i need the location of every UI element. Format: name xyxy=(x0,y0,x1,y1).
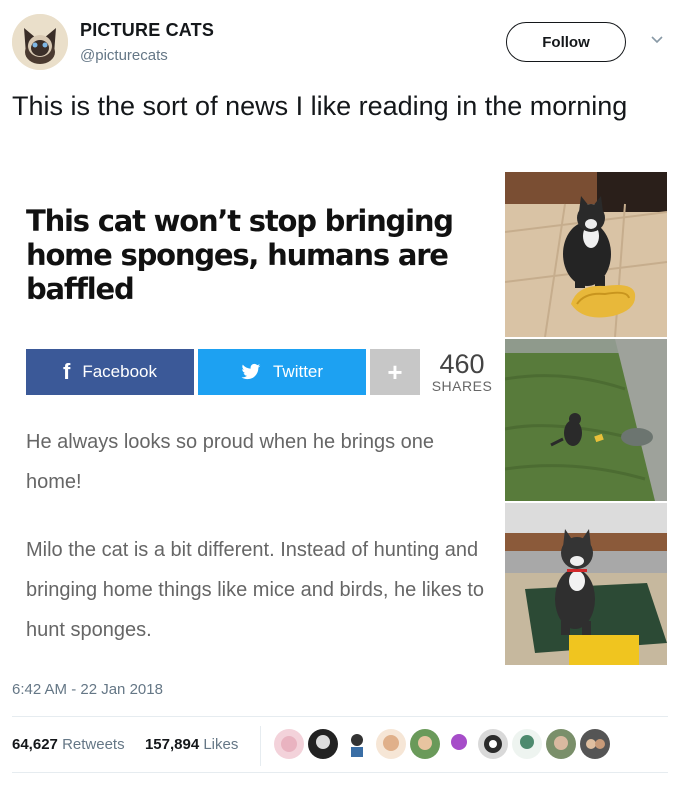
liker-avatar[interactable] xyxy=(546,729,576,759)
share-count-label: SHARES xyxy=(431,378,493,394)
cat-photo-lawn xyxy=(505,339,667,501)
facebook-icon: f xyxy=(63,359,71,384)
more-share-button: + xyxy=(370,349,420,395)
share-count-number: 460 xyxy=(439,349,485,379)
divider xyxy=(260,726,261,766)
avatar[interactable] xyxy=(12,14,68,70)
twitter-label: Twitter xyxy=(272,362,324,381)
liker-avatar[interactable] xyxy=(342,729,372,759)
retweets-label[interactable]: Retweets xyxy=(62,736,125,753)
cat-photo-doormat xyxy=(505,503,667,665)
cat-photo-indoor xyxy=(505,172,667,337)
liker-avatar[interactable] xyxy=(274,729,304,759)
liker-avatar[interactable] xyxy=(444,729,474,759)
article-headline: This cat won’t stop bringing home sponge… xyxy=(26,204,454,306)
facebook-share-button: f Facebook xyxy=(26,349,194,395)
tweet-text: This is the sort of news I like reading … xyxy=(12,91,628,121)
retweets-count[interactable]: 64,627 xyxy=(12,736,58,753)
liker-avatar[interactable] xyxy=(410,729,440,759)
liker-avatars xyxy=(274,729,614,761)
engagement-stats: 64,627 Retweets 157,894 Likes xyxy=(12,736,238,753)
liker-avatar[interactable] xyxy=(580,729,610,759)
liker-avatar[interactable] xyxy=(376,729,406,759)
divider xyxy=(12,716,668,717)
liker-avatar[interactable] xyxy=(512,729,542,759)
likes-label[interactable]: Likes xyxy=(203,736,238,753)
liker-avatar[interactable] xyxy=(478,729,508,759)
divider xyxy=(12,772,668,773)
display-name[interactable]: PICTURE CATS xyxy=(80,20,214,41)
facebook-label: Facebook xyxy=(82,362,157,381)
article-paragraph: He always looks so proud when he brings … xyxy=(26,431,435,493)
twitter-bird-icon xyxy=(241,363,261,380)
liker-avatar[interactable] xyxy=(308,729,338,759)
article-paragraph: Milo the cat is a bit different. Instead… xyxy=(26,539,485,641)
twitter-share-button: Twitter xyxy=(198,349,366,395)
share-count: 460 SHARES xyxy=(426,350,498,394)
chevron-down-icon[interactable] xyxy=(650,33,664,47)
follow-button[interactable]: Follow xyxy=(506,22,626,62)
tweet-timestamp[interactable]: 6:42 AM - 22 Jan 2018 xyxy=(12,681,163,698)
likes-count[interactable]: 157,894 xyxy=(145,736,199,753)
handle[interactable]: @picturecats xyxy=(80,47,168,64)
